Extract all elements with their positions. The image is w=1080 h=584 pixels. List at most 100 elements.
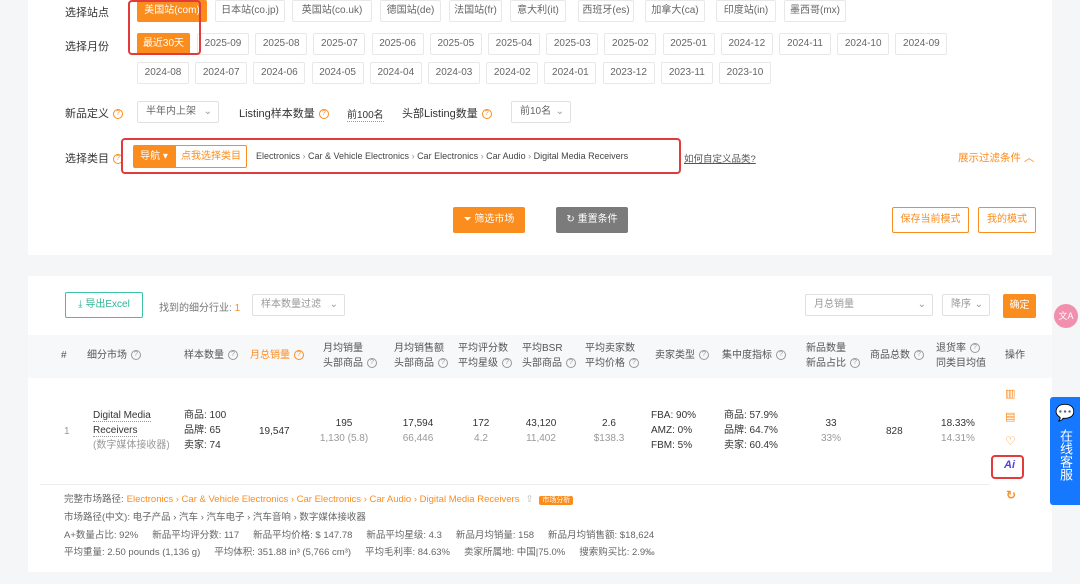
month-option[interactable]: 2024-09 xyxy=(895,33,948,55)
refresh-icon[interactable]: ↻ xyxy=(1006,488,1016,502)
sort-field-select[interactable]: 月总销量 ⌄ xyxy=(805,294,933,316)
month-option[interactable]: 2023-10 xyxy=(719,62,771,84)
col-market[interactable]: 细分市场? xyxy=(87,348,141,363)
site-option[interactable]: 法国站(fr) xyxy=(449,0,502,22)
full-path-link[interactable]: Electronics › Car & Vehicle Electronics … xyxy=(127,494,520,505)
month-option[interactable]: 2024-11 xyxy=(779,33,831,55)
help-icon[interactable]: ? xyxy=(294,350,304,361)
stat-item: 平均体积: 351.88 in³ (5,766 cm³) xyxy=(214,547,351,558)
site-option[interactable]: 德国站(de) xyxy=(380,0,441,22)
col-seller-type[interactable]: 卖家类型? xyxy=(655,348,709,363)
help-icon[interactable]: ? xyxy=(776,350,786,361)
month-label: 选择月份 xyxy=(65,41,109,53)
month-option[interactable]: 2025-06 xyxy=(371,33,424,55)
month-option[interactable]: 2024-06 xyxy=(253,62,306,84)
help-icon[interactable]: ? xyxy=(502,358,512,369)
site-option[interactable]: 日本站(co.jp) xyxy=(215,0,285,22)
site-option[interactable]: 意大利(it) xyxy=(510,0,566,22)
month-option[interactable]: 2024-04 xyxy=(369,62,422,84)
total-products: 828 xyxy=(886,426,903,437)
cn-path: 市场路径(中文): 电子产品 › 汽车 › 汽车电子 › 汽车音响 › 数字媒体… xyxy=(64,512,366,523)
stat-item: 平均毛利率: 84.63% xyxy=(365,547,450,558)
sort-order-select[interactable]: 降序 ⌄ xyxy=(942,294,990,316)
site-option[interactable]: 印度站(in) xyxy=(716,0,776,22)
col-avg-bsr[interactable]: 平均BSR 头部商品? xyxy=(522,341,576,371)
translate-icon[interactable]: 文A xyxy=(1054,304,1078,328)
filter-icon: ⏷ xyxy=(463,214,472,225)
help-icon[interactable]: ? xyxy=(367,358,377,369)
month-option[interactable]: 2025-01 xyxy=(662,33,715,55)
listing-sample-value[interactable]: 前100名 xyxy=(347,106,384,122)
help-icon[interactable]: ? xyxy=(850,358,860,369)
help-icon[interactable]: ? xyxy=(970,343,980,354)
month-option[interactable]: 2025-05 xyxy=(429,33,482,55)
site-option[interactable]: 墨西哥(mx) xyxy=(784,0,846,22)
market-name[interactable]: Digital Media Receivers (数字媒体接收器) xyxy=(93,408,173,453)
help-icon[interactable]: ? xyxy=(318,109,329,120)
month-option[interactable]: 2024-07 xyxy=(195,62,248,84)
month-option[interactable]: 2023-12 xyxy=(602,62,655,84)
col-avg-sales[interactable]: 月均销量 头部商品? xyxy=(323,341,377,371)
col-avg-revenue[interactable]: 月均销售额 头部商品? xyxy=(394,341,448,371)
month-option[interactable]: 2024-05 xyxy=(311,62,364,84)
month-option[interactable]: 2023-11 xyxy=(660,62,713,84)
heart-icon[interactable]: ♡ xyxy=(1005,434,1016,448)
market-analysis-badge[interactable]: 市场分析 xyxy=(539,496,574,505)
help-icon[interactable]: ? xyxy=(629,358,639,369)
share-icon[interactable]: ⇪ xyxy=(525,494,533,505)
month-option[interactable]: 2024-08 xyxy=(137,62,189,84)
col-avg-reviews[interactable]: 平均评分数 平均星级? xyxy=(458,341,512,371)
month-option[interactable]: 2025-09 xyxy=(197,33,249,55)
return-rate: 18.33% 14.31% xyxy=(941,418,975,444)
my-mode-button[interactable]: 我的模式 xyxy=(978,207,1036,233)
document-icon[interactable]: ▤ xyxy=(1005,410,1015,423)
chevron-up-icon: ︿ xyxy=(1023,152,1035,164)
reset-button[interactable]: ↻ 重置条件 xyxy=(556,207,628,233)
site-option[interactable]: 加拿大(ca) xyxy=(645,0,705,22)
chart-icon[interactable]: ▥ xyxy=(1005,387,1015,400)
help-icon[interactable]: ? xyxy=(113,109,123,120)
col-total-sales[interactable]: 月总销量? xyxy=(250,348,304,363)
confirm-button[interactable]: 确定 xyxy=(1003,294,1036,318)
sample-filter-select[interactable]: 样本数量过滤 ⌄ xyxy=(252,294,345,316)
site-option[interactable]: 西班牙(es) xyxy=(578,0,634,22)
save-mode-button[interactable]: 保存当前模式 xyxy=(892,207,969,233)
export-excel-button[interactable]: ⤓ 导出Excel xyxy=(65,292,143,318)
help-icon[interactable]: ? xyxy=(699,350,709,361)
help-icon[interactable]: ? xyxy=(131,350,141,361)
month-option[interactable]: 2025-07 xyxy=(313,33,366,55)
show-filters-toggle[interactable]: 展示过滤条件 ︿ xyxy=(958,150,1034,165)
sample-counts: 商品: 100 品牌: 65 卖家: 74 xyxy=(184,410,227,451)
help-icon[interactable]: ? xyxy=(438,358,448,369)
month-option[interactable]: 2024-10 xyxy=(837,33,890,55)
site-option[interactable]: 英国站(co.uk) xyxy=(292,0,372,22)
help-icon[interactable]: ? xyxy=(228,350,238,361)
month-option[interactable]: 2025-04 xyxy=(488,33,540,55)
stat-item: 新品平均星级: 4.3 xyxy=(366,530,442,541)
help-icon[interactable]: ? xyxy=(481,109,492,120)
month-option[interactable]: 2025-03 xyxy=(546,33,599,55)
col-return-rate[interactable]: 退货率? 同类目均值 xyxy=(936,341,986,371)
month-option[interactable]: 2024-03 xyxy=(428,62,480,84)
help-icon[interactable]: ? xyxy=(566,358,576,369)
head-listing-select[interactable]: 前10名 ⌄ xyxy=(511,101,571,123)
col-new-products[interactable]: 新品数量 新品占比? xyxy=(806,341,860,371)
col-total-products[interactable]: 商品总数? xyxy=(870,348,924,363)
stat-item: A+数量占比: 92% xyxy=(64,530,139,541)
col-avg-sellers[interactable]: 平均卖家数 平均价格? xyxy=(585,341,639,371)
help-icon[interactable]: ? xyxy=(914,350,924,361)
month-option[interactable]: 2025-02 xyxy=(604,33,657,55)
custom-category-link[interactable]: 如何自定义品类? xyxy=(684,151,756,165)
month-option[interactable]: 2024-02 xyxy=(486,62,539,84)
new-def-select[interactable]: 半年内上架 ⌄ xyxy=(137,101,219,123)
col-concentration[interactable]: 集中度指标? xyxy=(722,348,786,363)
col-samples[interactable]: 样本数量? xyxy=(184,348,238,363)
new-products: 33 33% xyxy=(820,418,841,444)
avg-reviews: 172 4.2 xyxy=(472,418,490,444)
chevron-down-icon: ⌄ xyxy=(329,299,338,310)
filter-market-button[interactable]: ⏷ 筛选市场 xyxy=(453,207,525,233)
month-option[interactable]: 2024-12 xyxy=(720,33,773,55)
online-support-button[interactable]: 💬 在线客服 xyxy=(1050,397,1080,505)
month-option[interactable]: 2025-08 xyxy=(255,33,308,55)
month-option[interactable]: 2024-01 xyxy=(544,62,597,84)
